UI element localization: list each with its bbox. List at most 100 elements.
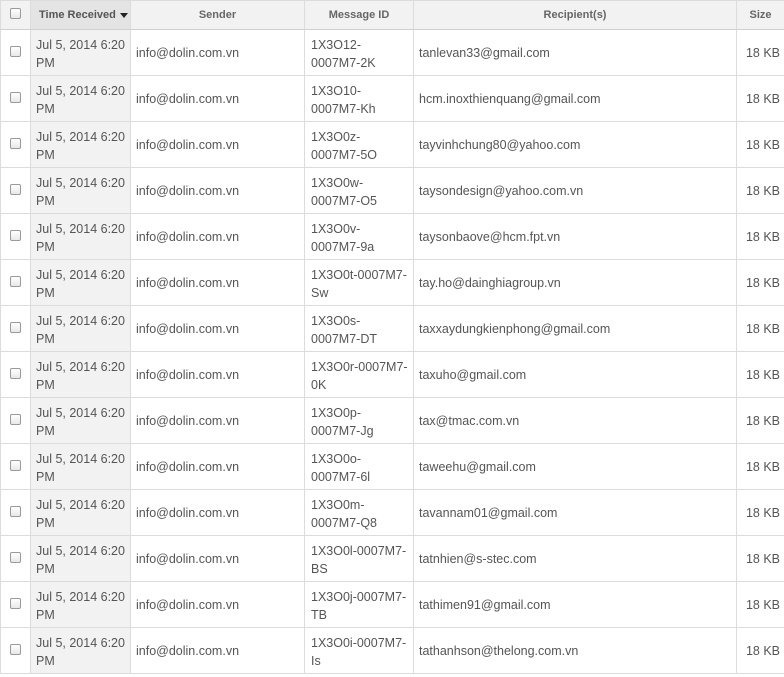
sender-cell: info@dolin.com.vn [130, 397, 305, 444]
size-cell: 18 KB [736, 535, 784, 582]
row-select-cell [0, 627, 31, 674]
sender-cell: info@dolin.com.vn [130, 167, 305, 214]
recipient-cell: tayvinhchung80@yahoo.com [413, 121, 737, 168]
size-cell: 18 KB [736, 167, 784, 214]
row-checkbox[interactable] [10, 413, 21, 425]
table-row[interactable]: Jul 5, 2014 6:20 PM info@dolin.com.vn 1X3O… [0, 29, 784, 76]
sender-cell: info@dolin.com.vn [130, 75, 305, 122]
table-header-row: Time Received Sender Message ID Recipien… [0, 0, 784, 30]
row-select-cell [0, 259, 31, 306]
message-id-cell: 1X3O0p-0007M7-Jg [304, 397, 414, 444]
table-row[interactable]: Jul 5, 2014 6:20 PM info@dolin.com.vn 1X3O… [0, 581, 784, 628]
recipient-cell: taysondesign@yahoo.com.vn [413, 167, 737, 214]
table-row[interactable]: Jul 5, 2014 6:20 PM info@dolin.com.vn 1X3O… [0, 351, 784, 398]
recipient-cell: tavannam01@gmail.com [413, 489, 737, 536]
row-select-cell [0, 351, 31, 398]
row-select-cell [0, 75, 31, 122]
sender-cell: info@dolin.com.vn [130, 121, 305, 168]
row-select-cell [0, 397, 31, 444]
row-select-cell [0, 443, 31, 490]
table-row[interactable]: Jul 5, 2014 6:20 PM info@dolin.com.vn 1X3O… [0, 75, 784, 122]
row-checkbox[interactable] [10, 275, 21, 287]
size-cell: 18 KB [736, 351, 784, 398]
header-sender[interactable]: Sender [130, 0, 305, 30]
sender-cell: info@dolin.com.vn [130, 351, 305, 398]
size-cell: 18 KB [736, 581, 784, 628]
message-id-cell: 1X3O0j-0007M7-TB [304, 581, 414, 628]
sort-descending-icon [119, 12, 128, 18]
header-time-received[interactable]: Time Received [30, 0, 131, 30]
row-checkbox[interactable] [10, 183, 21, 195]
table-row[interactable]: Jul 5, 2014 6:20 PM info@dolin.com.vn 1X3O… [0, 213, 784, 260]
time-received-cell: Jul 5, 2014 6:20 PM [30, 305, 131, 352]
message-id-cell: 1X3O0l-0007M7-BS [304, 535, 414, 582]
time-received-cell: Jul 5, 2014 6:20 PM [30, 75, 131, 122]
time-received-cell: Jul 5, 2014 6:20 PM [30, 167, 131, 214]
recipient-cell: taweehu@gmail.com [413, 443, 737, 490]
row-select-cell [0, 121, 31, 168]
size-cell: 18 KB [736, 305, 784, 352]
time-received-cell: Jul 5, 2014 6:20 PM [30, 259, 131, 306]
row-checkbox[interactable] [10, 91, 21, 103]
row-select-cell [0, 167, 31, 214]
time-received-cell: Jul 5, 2014 6:20 PM [30, 627, 131, 674]
row-checkbox[interactable] [10, 643, 21, 655]
recipient-cell: taysonbaove@hcm.fpt.vn [413, 213, 737, 260]
message-id-cell: 1X3O0v-0007M7-9a [304, 213, 414, 260]
select-all-checkbox[interactable] [10, 8, 21, 19]
size-cell: 18 KB [736, 397, 784, 444]
message-queue-table: Time Received Sender Message ID Recipien… [0, 0, 784, 674]
header-time-received-label: Time Received [39, 9, 116, 21]
table-row[interactable]: Jul 5, 2014 6:20 PM info@dolin.com.vn 1X3O… [0, 259, 784, 306]
row-checkbox[interactable] [10, 459, 21, 471]
table-row[interactable]: Jul 5, 2014 6:20 PM info@dolin.com.vn 1X3O… [0, 167, 784, 214]
header-message-id[interactable]: Message ID [304, 0, 414, 30]
table-row[interactable]: Jul 5, 2014 6:20 PM info@dolin.com.vn 1X3O… [0, 397, 784, 444]
message-id-cell: 1X3O10-0007M7-Kh [304, 75, 414, 122]
sender-cell: info@dolin.com.vn [130, 29, 305, 76]
time-received-cell: Jul 5, 2014 6:20 PM [30, 535, 131, 582]
header-recipients[interactable]: Recipient(s) [413, 0, 737, 30]
header-size-label: Size [749, 9, 772, 21]
table-row[interactable]: Jul 5, 2014 6:20 PM info@dolin.com.vn 1X3O… [0, 489, 784, 536]
row-checkbox[interactable] [10, 597, 21, 609]
size-cell: 18 KB [736, 627, 784, 674]
row-checkbox[interactable] [10, 137, 21, 149]
row-checkbox[interactable] [10, 551, 21, 563]
header-size[interactable]: Size [736, 0, 784, 30]
header-message-id-label: Message ID [328, 9, 390, 21]
header-select-all-cell [0, 0, 31, 30]
row-select-cell [0, 305, 31, 352]
table-row[interactable]: Jul 5, 2014 6:20 PM info@dolin.com.vn 1X3O… [0, 121, 784, 168]
table-row[interactable]: Jul 5, 2014 6:20 PM info@dolin.com.vn 1X3O… [0, 535, 784, 582]
size-cell: 18 KB [736, 489, 784, 536]
row-select-cell [0, 213, 31, 260]
message-id-cell: 1X3O0i-0007M7-Is [304, 627, 414, 674]
recipient-cell: tatnhien@s-stec.com [413, 535, 737, 582]
message-id-cell: 1X3O0z-0007M7-5O [304, 121, 414, 168]
table-row[interactable]: Jul 5, 2014 6:20 PM info@dolin.com.vn 1X3O… [0, 443, 784, 490]
size-cell: 18 KB [736, 443, 784, 490]
sender-cell: info@dolin.com.vn [130, 259, 305, 306]
row-checkbox[interactable] [10, 321, 21, 333]
message-id-cell: 1X3O0s-0007M7-DT [304, 305, 414, 352]
recipient-cell: taxuho@gmail.com [413, 351, 737, 398]
recipient-cell: taxxaydungkienphong@gmail.com [413, 305, 737, 352]
size-cell: 18 KB [736, 121, 784, 168]
message-id-cell: 1X3O0o-0007M7-6l [304, 443, 414, 490]
row-select-cell [0, 581, 31, 628]
size-cell: 18 KB [736, 213, 784, 260]
sender-cell: info@dolin.com.vn [130, 443, 305, 490]
row-checkbox[interactable] [10, 229, 21, 241]
message-id-cell: 1X3O0r-0007M7-0K [304, 351, 414, 398]
row-checkbox[interactable] [10, 367, 21, 379]
row-checkbox[interactable] [10, 505, 21, 517]
sender-cell: info@dolin.com.vn [130, 581, 305, 628]
row-checkbox[interactable] [10, 45, 21, 57]
recipient-cell: hcm.inoxthienquang@gmail.com [413, 75, 737, 122]
row-select-cell [0, 489, 31, 536]
table-row[interactable]: Jul 5, 2014 6:20 PM info@dolin.com.vn 1X3O… [0, 627, 784, 674]
size-cell: 18 KB [736, 29, 784, 76]
table-row[interactable]: Jul 5, 2014 6:20 PM info@dolin.com.vn 1X3O… [0, 305, 784, 352]
recipient-cell: tax@tmac.com.vn [413, 397, 737, 444]
